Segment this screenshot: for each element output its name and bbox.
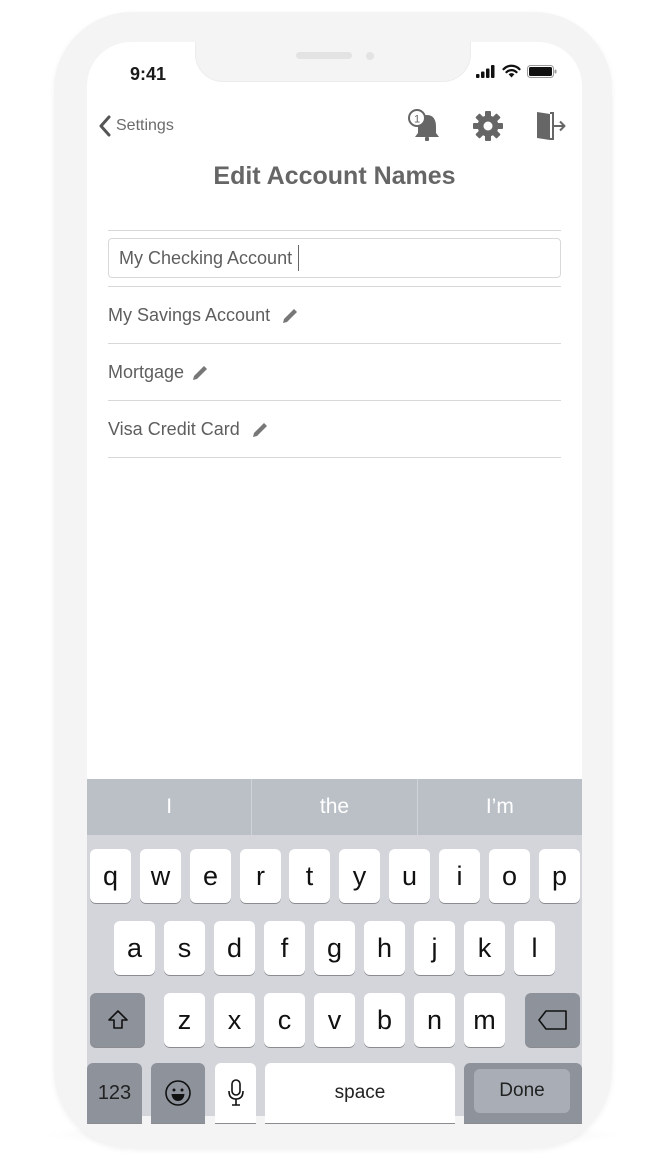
settings-button[interactable] [468,106,508,146]
key-z[interactable]: z [164,993,205,1047]
key-a[interactable]: a [114,921,155,975]
status-icons [476,64,557,78]
chevron-left-icon [99,115,111,137]
key-n[interactable]: n [414,993,455,1047]
key-p[interactable]: p [539,849,580,903]
done-key-frame: Done [464,1063,582,1123]
key-l[interactable]: l [514,921,555,975]
status-time: 9:41 [130,64,167,84]
notifications-button[interactable]: 1 [404,106,444,146]
account-name-input[interactable]: My Checking Account [108,238,561,278]
space-key[interactable]: space [265,1063,455,1123]
back-button[interactable]: Settings [98,115,174,137]
account-row[interactable]: Visa Credit Card [108,419,270,440]
backspace-key[interactable] [525,993,580,1047]
battery-icon [527,64,557,78]
text-caret [298,245,300,271]
suggestion-bar: I the I’m [87,779,582,835]
back-label: Settings [116,117,174,134]
account-name-value: My Checking Account [119,247,293,268]
key-e[interactable]: e [190,849,231,903]
account-row[interactable]: Mortgage [108,362,210,383]
key-t[interactable]: t [289,849,330,903]
notification-badge: 1 [414,114,420,126]
account-name: Mortgage [108,362,185,382]
emoji-icon [165,1080,191,1106]
key-b[interactable]: b [364,993,405,1047]
key-k[interactable]: k [464,921,505,975]
pencil-icon[interactable] [250,420,270,440]
logout-door-icon [537,112,566,140]
bell-icon: 1 [408,109,439,141]
shift-icon [107,1010,128,1029]
notch [195,42,471,82]
divider [108,230,561,231]
key-u[interactable]: u [389,849,430,903]
key-s[interactable]: s [164,921,205,975]
key-d[interactable]: d [214,921,255,975]
divider [108,343,561,344]
backspace-icon [537,1010,567,1030]
camera [366,52,374,60]
key-f[interactable]: f [264,921,305,975]
emoji-key[interactable] [151,1063,205,1123]
key-m[interactable]: m [464,993,505,1047]
key-h[interactable]: h [364,921,405,975]
key-v[interactable]: v [314,993,355,1047]
header-actions: 1 [404,106,570,146]
key-g[interactable]: g [314,921,355,975]
divider [108,286,561,287]
divider [108,457,561,458]
dictation-key[interactable] [215,1063,256,1123]
key-y[interactable]: y [339,849,380,903]
logout-button[interactable] [530,106,570,146]
page-title: Edit Account Names [213,162,456,190]
microphone-icon [227,1079,244,1106]
suggestion[interactable]: I [87,779,253,835]
key-o[interactable]: o [489,849,530,903]
keyboard: I the I’m q w e r t y u i o p a s d f g … [87,779,582,1123]
divider [108,400,561,401]
pencil-icon[interactable] [190,363,210,383]
signal-icon [476,64,495,78]
key-q[interactable]: q [90,849,131,903]
wifi-icon [502,64,521,78]
account-row[interactable]: My Savings Account [108,305,300,326]
key-r[interactable]: r [240,849,281,903]
key-x[interactable]: x [214,993,255,1047]
suggestion[interactable]: I’m [418,779,582,835]
gear-icon [473,111,503,141]
pencil-icon[interactable] [280,306,300,326]
account-name: Visa Credit Card [108,419,240,439]
shift-key[interactable] [90,993,145,1047]
suggestion[interactable]: the [252,779,418,835]
speaker [296,52,352,59]
key-i[interactable]: i [439,849,480,903]
done-button[interactable]: Done [474,1069,570,1113]
key-w[interactable]: w [140,849,181,903]
numbers-key[interactable]: 123 [87,1063,142,1123]
key-j[interactable]: j [414,921,455,975]
account-name: My Savings Account [108,305,271,325]
key-c[interactable]: c [264,993,305,1047]
